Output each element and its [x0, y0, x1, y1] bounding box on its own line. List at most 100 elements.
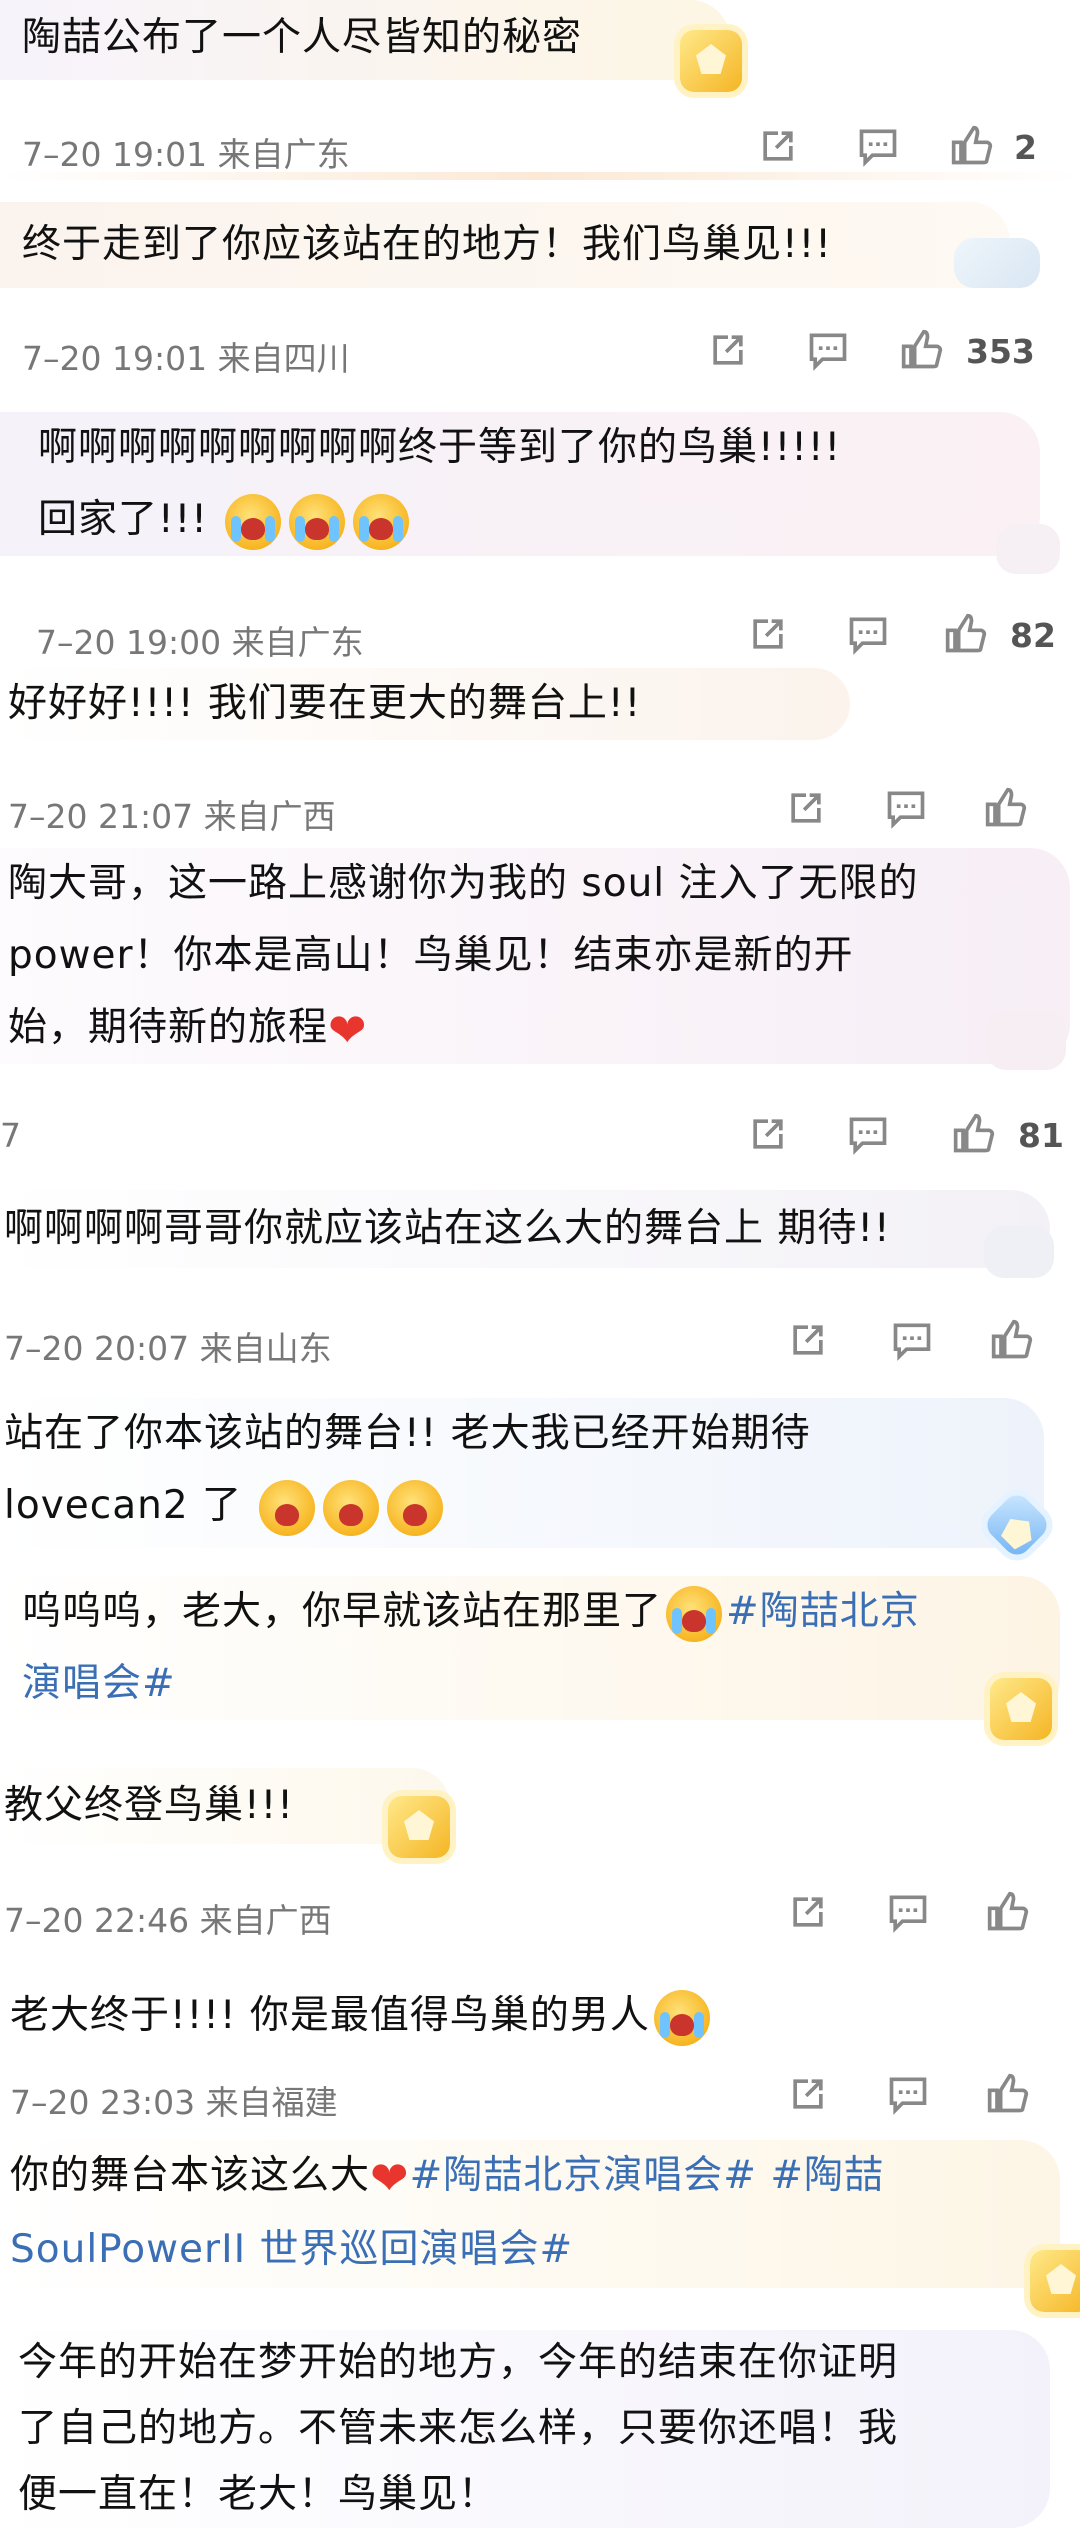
share-icon[interactable] [746, 1112, 794, 1160]
crying-emoji-icon [653, 1989, 710, 2046]
crying-emoji-icon [289, 493, 346, 550]
thumbs-up-icon[interactable] [952, 1112, 1000, 1160]
badge-icon [990, 1678, 1052, 1740]
sobbing-emoji-icon [323, 1479, 380, 1536]
comment-text: 呜呜呜，老大，你早就该站在那里了 [22, 1589, 663, 1634]
comment-icon[interactable] [856, 124, 904, 172]
timestamp: 7 [0, 1116, 21, 1155]
comment-bubble: 老大终于!!!! 你是最值得鸟巢的男人 [0, 1978, 850, 2054]
comment-meta: 7–20 21:07 来自广西 [0, 780, 1080, 840]
comment-bubble: 你的舞台本该这么大❤#陶喆北京演唱会# #陶喆 SoulPowerII 世界巡回… [0, 2140, 1060, 2288]
comment-meta: 7 81 [0, 1106, 1080, 1166]
thumbs-up-icon[interactable] [990, 1318, 1038, 1366]
location: 来自山东 [199, 1329, 332, 1368]
share-icon[interactable] [786, 2072, 834, 2120]
comment-bubble: 呜呜呜，老大，你早就该站在那里了 #陶喆北京 演唱会# [0, 1576, 1060, 1720]
thumbs-up-icon[interactable] [944, 612, 992, 660]
share-icon[interactable] [784, 786, 832, 834]
timestamp: 7–20 19:01 [22, 135, 208, 174]
sticker-image [984, 1226, 1054, 1278]
timestamp: 7–20 20:07 [4, 1329, 190, 1368]
comment-meta: 7–20 22:46 来自广西 [0, 1884, 1080, 1944]
comment-meta: 7–20 20:07 来自山东 [0, 1312, 1080, 1372]
comment-text: 始，期待新的旅程 [8, 1005, 329, 1050]
badge-icon [388, 1796, 450, 1858]
sticker-image [986, 1010, 1066, 1070]
comment-icon[interactable] [846, 1112, 894, 1160]
share-icon[interactable] [786, 1890, 834, 1938]
hashtag-link[interactable]: SoulPowerII 世界巡回演唱会# [10, 2227, 573, 2272]
share-icon[interactable] [746, 612, 794, 660]
location: 来自广西 [203, 797, 336, 836]
comment-bubble: 今年的开始在梦开始的地方，今年的结束在你证明 了自己的地方。不管未来怎么样，只要… [0, 2330, 1050, 2528]
like-count: 2 [1014, 128, 1037, 167]
comment-text: 好好好!!!! 我们要在更大的舞台上!! [8, 681, 642, 726]
thumbs-up-icon[interactable] [986, 2072, 1034, 2120]
comment-text: 回家了!!! [38, 497, 208, 542]
comment-text: 啊啊啊啊啊啊啊啊啊终于等到了你的鸟巢!!!!! [38, 425, 842, 470]
comment-text: 今年的开始在梦开始的地方，今年的结束在你证明 [18, 2340, 899, 2385]
comment-text: 了自己的地方。不管未来怎么样，只要你还唱！我 [18, 2406, 899, 2451]
comment-text: 教父终登鸟巢!!! [4, 1783, 294, 1828]
comment-text: 你的舞台本该这么大 [10, 2153, 371, 2198]
comment-icon[interactable] [846, 612, 894, 660]
comment-text: 便一直在！老大！鸟巢见！ [18, 2472, 499, 2517]
thumbs-up-icon[interactable] [986, 1890, 1034, 1938]
comment-meta: 7–20 19:01 来自广东 2 [0, 118, 1080, 178]
location: 来自福建 [205, 2083, 338, 2122]
comment-text: 终于走到了你应该站在的地方！我们鸟巢见!!! [22, 222, 832, 267]
comment-bubble: 陶大哥，这一路上感谢你为我的 soul 注入了无限的 power！你本是高山！鸟… [0, 848, 1070, 1064]
comment-meta: 7–20 23:03 来自福建 [0, 2066, 1080, 2126]
timestamp: 7–20 19:00 [36, 623, 222, 662]
comment-text: 陶喆公布了一个人尽皆知的秘密 [22, 15, 583, 60]
sobbing-emoji-icon [259, 1479, 316, 1536]
comment-bubble: 啊啊啊啊啊啊啊啊啊终于等到了你的鸟巢!!!!! 回家了!!! [0, 412, 1040, 556]
timestamp: 7–20 23:03 [10, 2083, 196, 2122]
comment-text: power！你本是高山！鸟巢见！结束亦是新的开 [8, 933, 854, 978]
thumbs-up-icon[interactable] [984, 786, 1032, 834]
share-icon[interactable] [756, 124, 804, 172]
comment-text: 站在了你本该站的舞台!! 老大我已经开始期待 [4, 1411, 811, 1456]
badge-icon [1030, 2250, 1080, 2312]
badge-icon [680, 30, 742, 92]
location: 来自广西 [199, 1901, 332, 1940]
comment-bubble: 好好好!!!! 我们要在更大的舞台上!! [0, 668, 850, 740]
comment-text: 老大终于!!!! 你是最值得鸟巢的男人 [10, 1993, 650, 2038]
like-count: 353 [966, 332, 1035, 371]
comment-icon[interactable] [884, 786, 932, 834]
comment-bubble: 教父终登鸟巢!!! [0, 1768, 450, 1844]
comment-meta: 7–20 19:01 来自四川 353 [0, 322, 1080, 382]
heart-icon: ❤ [328, 1002, 368, 1057]
like-count: 81 [1018, 1116, 1064, 1155]
crying-emoji-icon [666, 1585, 723, 1642]
comment-icon[interactable] [886, 2072, 934, 2120]
comment-text: 陶大哥，这一路上感谢你为我的 soul 注入了无限的 [8, 861, 919, 906]
crying-emoji-icon [353, 493, 410, 550]
crying-emoji-icon [225, 493, 282, 550]
timestamp: 7–20 22:46 [4, 1901, 190, 1940]
sticker-image [996, 524, 1060, 574]
like-count: 82 [1010, 616, 1056, 655]
comment-bubble: 陶喆公布了一个人尽皆知的秘密 [0, 0, 730, 80]
hashtag-link[interactable]: #陶喆北京演唱会# #陶喆 [410, 2153, 884, 2198]
timestamp: 7–20 19:01 [22, 339, 208, 378]
thumbs-up-icon[interactable] [900, 328, 948, 376]
heart-icon: ❤ [370, 2150, 410, 2205]
comment-text: lovecan2 了 [4, 1483, 243, 1528]
comment-bubble: 站在了你本该站的舞台!! 老大我已经开始期待 lovecan2 了 [0, 1398, 1044, 1548]
hashtag-link[interactable]: 演唱会# [22, 1661, 176, 1706]
divider [0, 172, 1080, 180]
comment-bubble: 啊啊啊啊哥哥你就应该站在这么大的舞台上 期待!! [0, 1190, 1050, 1268]
location: 来自四川 [217, 339, 350, 378]
location: 来自广东 [217, 135, 350, 174]
timestamp: 7–20 21:07 [8, 797, 194, 836]
hashtag-link[interactable]: #陶喆北京 [726, 1589, 920, 1634]
sobbing-emoji-icon [387, 1479, 444, 1536]
comment-icon[interactable] [886, 1890, 934, 1938]
share-icon[interactable] [706, 328, 754, 376]
comment-icon[interactable] [806, 328, 854, 376]
thumbs-up-icon[interactable] [950, 124, 998, 172]
sticker-image [954, 238, 1040, 288]
share-icon[interactable] [786, 1318, 834, 1366]
comment-icon[interactable] [890, 1318, 938, 1366]
